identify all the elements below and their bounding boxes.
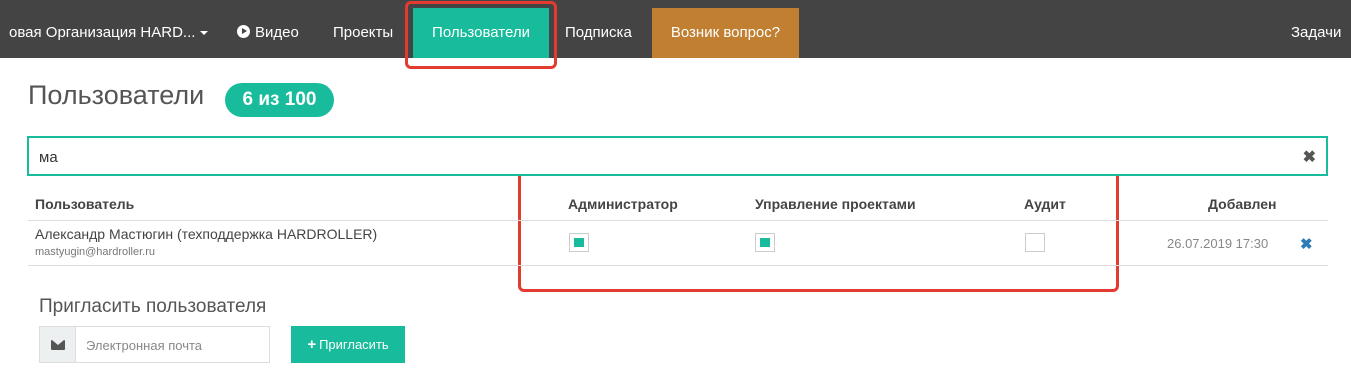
- nav-org-label: овая Организация HARD...: [9, 24, 196, 41]
- column-header-user: Пользователь: [35, 196, 135, 212]
- nav-subscription[interactable]: Подписка: [550, 8, 647, 58]
- play-circle-icon: [237, 25, 250, 38]
- column-header-project-management: Управление проектами: [755, 196, 916, 212]
- caret-down-icon: [200, 31, 209, 36]
- nav-org-dropdown[interactable]: овая Организация HARD...: [0, 8, 223, 58]
- envelope-icon: [51, 340, 65, 350]
- invite-email-input[interactable]: [86, 335, 264, 355]
- search-box: ✖: [27, 136, 1328, 176]
- audit-checkbox[interactable]: [1025, 233, 1045, 252]
- nav-question[interactable]: Возник вопрос?: [652, 8, 799, 58]
- plus-icon: +: [307, 336, 317, 353]
- remove-user-icon[interactable]: ✖: [1300, 235, 1313, 253]
- page-title: Пользователи: [28, 80, 205, 110]
- nav-projects[interactable]: Проекты: [318, 8, 408, 58]
- nav-video[interactable]: Видео: [222, 8, 314, 58]
- nav-tasks[interactable]: Задачи: [1276, 8, 1351, 58]
- column-header-added: Добавлен: [1208, 196, 1277, 212]
- users-count-badge: 6 из 100: [225, 83, 334, 117]
- project-management-checkbox[interactable]: [755, 233, 775, 252]
- clear-search-icon[interactable]: ✖: [1303, 147, 1316, 167]
- added-date: 26.07.2019 17:30: [1167, 236, 1269, 251]
- admin-checkbox[interactable]: [569, 233, 589, 252]
- invite-email-group: [39, 326, 270, 363]
- column-header-audit: Аудит: [1024, 196, 1066, 212]
- user-email: mastyugin@hardroller.ru: [35, 246, 155, 258]
- invite-title: Пригласить пользователя: [39, 296, 267, 317]
- envelope-addon: [40, 327, 76, 362]
- invite-button-label: Пригласить: [319, 337, 389, 352]
- table-row-divider: [28, 265, 1328, 266]
- invite-button[interactable]: + Пригласить: [291, 326, 405, 363]
- user-name: Александр Мастюгин (техподдержка HARDROL…: [35, 226, 378, 242]
- highlight-box-permissions: [518, 170, 1119, 292]
- search-input[interactable]: [39, 146, 1279, 168]
- column-header-admin: Администратор: [568, 196, 678, 212]
- table-header-divider: [28, 220, 1328, 221]
- nav-users[interactable]: Пользователи: [413, 8, 549, 58]
- top-navbar: овая Организация HARD... Видео Проекты П…: [0, 0, 1351, 58]
- nav-video-label: Видео: [255, 24, 299, 41]
